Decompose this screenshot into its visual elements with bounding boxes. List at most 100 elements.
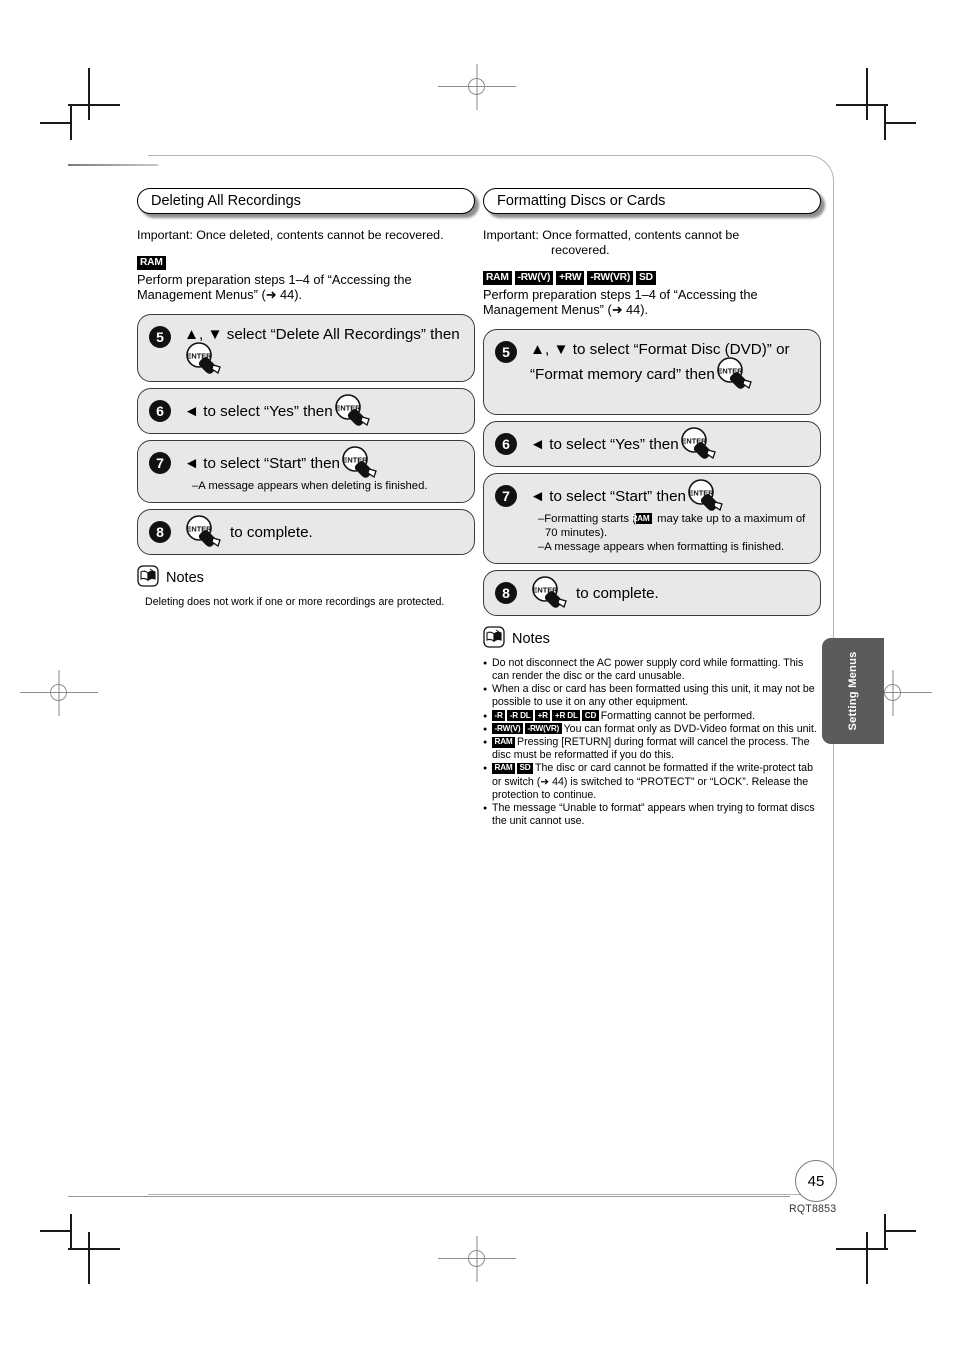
step-subnote: –A message appears when deleting is fini… bbox=[192, 479, 428, 492]
note-text: The disc or card cannot be formatted if … bbox=[492, 762, 813, 801]
registration-mark-top bbox=[438, 64, 516, 110]
media-badge-plus-r: +R bbox=[535, 710, 551, 722]
step-instruction: ◄ to select “Start” then bbox=[184, 454, 340, 472]
important-note-right: Important: Once formatted, contents cann… bbox=[483, 228, 821, 258]
media-badge-plus-rw: +RW bbox=[556, 271, 585, 285]
media-badge-minus-r-dl: -R DL bbox=[507, 710, 534, 722]
notes-book-icon bbox=[483, 626, 505, 653]
crop-mark-bottom-right-v bbox=[866, 1232, 868, 1284]
step-instruction: ◄ to select “Start” then bbox=[530, 487, 686, 505]
right-column: Formatting Discs or Cards Important: Onc… bbox=[483, 188, 825, 829]
prep-text-right: Perform preparation steps 1–4 of “Access… bbox=[483, 287, 758, 318]
crop-mark-bottom-left-corner-h bbox=[40, 1230, 72, 1232]
important-line-2: recovered. bbox=[551, 243, 610, 257]
crop-mark-top-right-corner-h bbox=[884, 122, 916, 124]
step-instruction: to complete. bbox=[576, 584, 659, 602]
subnote-prefix: –Formatting starts ( bbox=[538, 512, 636, 525]
notes-header-left: Notes bbox=[137, 565, 475, 592]
step-instruction: ◄ to select “Yes” then bbox=[530, 435, 679, 453]
note-item: The message “Unable to format” appears w… bbox=[483, 802, 821, 828]
step-box-7-right: 7 ◄ to select “Start” then ENTER –Formatt… bbox=[483, 472, 821, 564]
note-item: RAMPressing [RETURN] during format will … bbox=[483, 736, 821, 762]
note-text: You can format only as DVD-Video format … bbox=[563, 722, 817, 735]
enter-key-icon: ENTER bbox=[334, 394, 378, 426]
step-box-6-left: 6 ◄ to select “Yes” then ENTER bbox=[137, 387, 475, 434]
heading-text: Formatting Discs or Cards bbox=[497, 193, 666, 209]
crop-mark-bottom-left-h bbox=[68, 1248, 120, 1250]
crop-mark-top-right-v bbox=[866, 68, 868, 120]
media-badges-right: RAM -RW(V) +RW -RW(VR) SD bbox=[483, 268, 821, 286]
important-line-1: Important: Once formatted, contents cann… bbox=[483, 228, 740, 242]
step-number: 7 bbox=[495, 484, 517, 507]
notes-title: Notes bbox=[512, 631, 550, 648]
step-instruction: ▲, ▼ select “Delete All Recordings” then bbox=[184, 325, 460, 343]
note-item: -R-R DL+R+R DLCDFormatting cannot be per… bbox=[483, 709, 821, 724]
media-badge-ram: RAM bbox=[492, 736, 516, 748]
enter-key-icon: ENTER bbox=[185, 515, 229, 547]
notes-header-right: Notes bbox=[483, 626, 821, 653]
media-badge-plus-r-dl: +R DL bbox=[552, 710, 581, 722]
crop-mark-bottom-right-corner-v bbox=[884, 1214, 886, 1250]
step-subnote-2: –A message appears when formatting is fi… bbox=[538, 540, 785, 553]
crop-mark-bottom-right-h bbox=[836, 1248, 888, 1250]
document-code: RQT8853 bbox=[789, 1203, 837, 1215]
step-number: 8 bbox=[149, 520, 171, 543]
step-box-6-right: 6 ◄ to select “Yes” then ENTER bbox=[483, 420, 821, 467]
step-box-8-left: 8 ENTER to complete. bbox=[137, 508, 475, 555]
media-badge-cd: CD bbox=[582, 710, 599, 722]
important-note-left: Important: Once deleted, contents cannot… bbox=[137, 228, 444, 242]
step-subnote-1: –Formatting starts (RAM may take up to a… bbox=[538, 512, 808, 540]
crop-mark-top-left-corner-h bbox=[40, 122, 72, 124]
note-text: The message “Unable to format” appears w… bbox=[492, 802, 815, 828]
section-heading-deleting: Deleting All Recordings bbox=[137, 188, 479, 218]
note-item: RAMSDThe disc or card cannot be formatte… bbox=[483, 762, 821, 802]
note-text: When a disc or card has been formatted u… bbox=[492, 683, 815, 709]
note-item: -RW(V)-RW(VR)You can format only as DVD-… bbox=[483, 722, 821, 737]
prep-text-left: Perform preparation steps 1–4 of “Access… bbox=[137, 272, 412, 303]
step-box-7-left: 7 ◄ to select “Start” then ENTER –A messa… bbox=[137, 439, 475, 503]
media-badge-ram: RAM bbox=[483, 271, 512, 285]
notes-list-right: Do not disconnect the AC power supply co… bbox=[483, 657, 821, 829]
crop-mark-top-right-h bbox=[836, 104, 888, 106]
note-item: Deleting does not work if one or more re… bbox=[145, 595, 445, 608]
media-badges-left: RAM bbox=[137, 253, 475, 271]
media-badge-sd: SD bbox=[636, 271, 656, 285]
notes-book-icon bbox=[137, 565, 159, 592]
crop-mark-bottom-left-v bbox=[88, 1232, 90, 1284]
step-number: 5 bbox=[149, 325, 171, 348]
enter-key-icon: ENTER bbox=[680, 427, 724, 459]
enter-key-icon: ENTER bbox=[687, 479, 731, 511]
enter-key-icon: ENTER bbox=[531, 576, 575, 608]
step-number: 6 bbox=[149, 399, 171, 422]
top-rule bbox=[68, 164, 158, 166]
heading-text: Deleting All Recordings bbox=[151, 193, 301, 209]
enter-key-icon: ENTER bbox=[341, 446, 385, 478]
step-instruction: to complete. bbox=[230, 523, 313, 541]
media-badge-ram-inline: RAM bbox=[631, 513, 652, 525]
step-box-8-right: 8 ENTER to complete. bbox=[483, 569, 821, 616]
enter-key-icon: ENTER bbox=[716, 357, 760, 389]
media-badge-sd: SD bbox=[517, 762, 534, 774]
crop-mark-top-left-v bbox=[88, 68, 90, 120]
page-number: 45 bbox=[795, 1160, 837, 1202]
side-tab-setting-menus: Setting Menus bbox=[822, 638, 884, 744]
media-badge-rw-v: -RW(V) bbox=[492, 723, 523, 735]
section-heading-formatting: Formatting Discs or Cards bbox=[483, 188, 825, 218]
media-badge-minus-r: -R bbox=[492, 710, 506, 722]
crop-mark-bottom-left-corner-v bbox=[70, 1214, 72, 1250]
media-badge-ram: RAM bbox=[137, 256, 166, 270]
step-instruction: ◄ to select “Yes” then bbox=[184, 402, 333, 420]
step-number: 5 bbox=[495, 340, 517, 363]
media-badge-rw-v: -RW(V) bbox=[514, 271, 554, 285]
note-text: Formatting cannot be performed. bbox=[600, 709, 755, 722]
enter-key-icon: ENTER bbox=[185, 342, 229, 374]
left-column: Deleting All Recordings Important: Once … bbox=[137, 188, 479, 609]
note-item: Do not disconnect the AC power supply co… bbox=[483, 657, 821, 683]
side-tab-label: Setting Menus bbox=[847, 651, 859, 731]
notes-title: Notes bbox=[166, 570, 204, 587]
registration-mark-left bbox=[20, 670, 98, 716]
media-badge-rw-vr: -RW(VR) bbox=[524, 723, 562, 735]
media-badge-ram: RAM bbox=[492, 762, 516, 774]
step-number: 8 bbox=[495, 581, 517, 604]
note-text: Do not disconnect the AC power supply co… bbox=[492, 656, 804, 683]
